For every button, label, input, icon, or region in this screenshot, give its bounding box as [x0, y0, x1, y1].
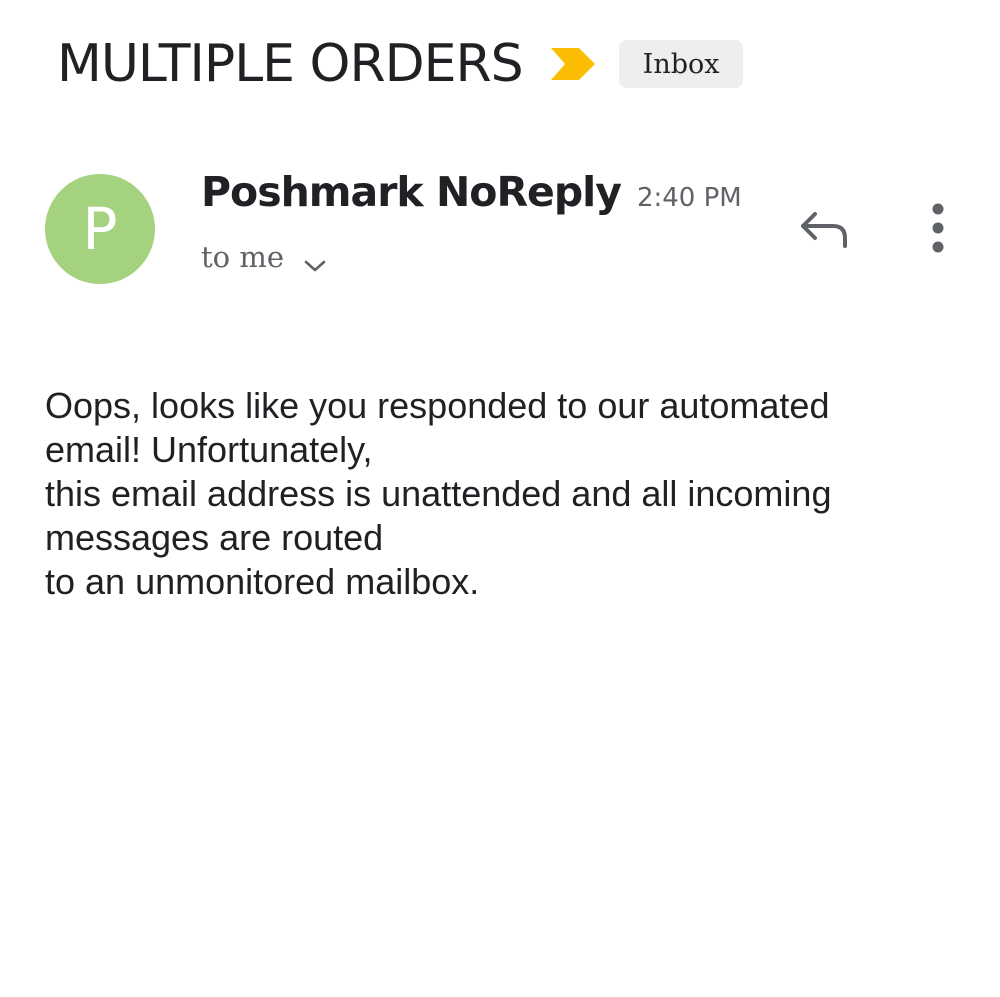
- more-vert-icon: [928, 202, 948, 259]
- importance-marker-icon[interactable]: [549, 44, 597, 84]
- email-body-line: to an unmonitored mailbox.: [45, 561, 480, 602]
- email-subject: MULTIPLE ORDERS: [57, 34, 524, 94]
- avatar[interactable]: P: [45, 174, 155, 284]
- recipient-details-toggle[interactable]: to me: [201, 240, 328, 274]
- sender-name: Poshmark NoReply: [201, 168, 622, 216]
- chevron-down-icon: [302, 248, 328, 272]
- subject-row: MULTIPLE ORDERS Inbox: [57, 28, 744, 100]
- label-chip-inbox[interactable]: Inbox: [618, 40, 744, 88]
- avatar-initial: P: [82, 195, 118, 263]
- sender-row: Poshmark NoReply 2:40 PM: [201, 168, 742, 216]
- email-body-line: this email address is unattended and all…: [45, 473, 832, 514]
- recipient-text: to me: [201, 240, 284, 274]
- email-body-line: messages are routed: [45, 517, 384, 558]
- reply-icon: [795, 206, 851, 255]
- reply-button[interactable]: [790, 200, 856, 260]
- email-time: 2:40 PM: [636, 183, 742, 213]
- label-chip-text: Inbox: [642, 48, 720, 80]
- email-body-line: email! Unfortunately,: [45, 429, 373, 470]
- more-options-button[interactable]: [912, 200, 964, 260]
- email-body-line: Oops, looks like you responded to our au…: [45, 385, 830, 426]
- email-body: Oops, looks like you responded to our au…: [45, 384, 945, 604]
